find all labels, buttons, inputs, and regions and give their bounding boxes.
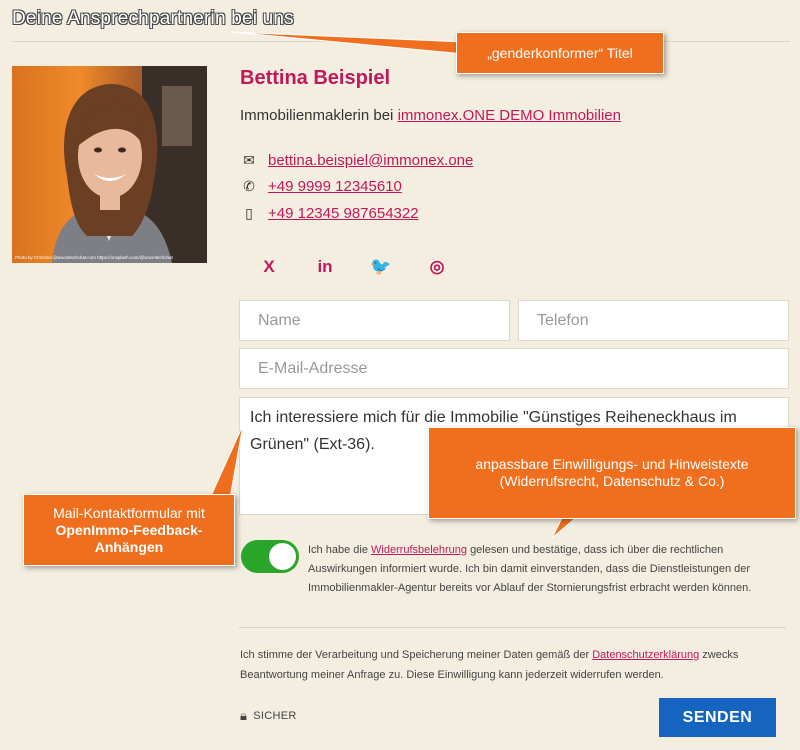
callout-mail-line2: OpenImmo-Feedback- (55, 521, 203, 538)
callout-consent-line1: anpassbare Einwilligungs- und Hinweistex… (475, 456, 749, 472)
callout-consent: anpassbare Einwilligungs- und Hinweistex… (428, 427, 796, 519)
callout-consent-line2: (Widerrufsrecht, Datenschutz & Co.) (499, 473, 725, 489)
callout-mail-line3: Anhängen (94, 538, 164, 555)
callout-mail-line1: Mail-Kontaktformular mit (53, 504, 205, 521)
callout-title: „genderkonformer“ Titel (456, 32, 664, 74)
callout-pointers (209, 31, 587, 539)
callout-mail: Mail-Kontaktformular mit OpenImmo-Feedba… (23, 494, 235, 566)
